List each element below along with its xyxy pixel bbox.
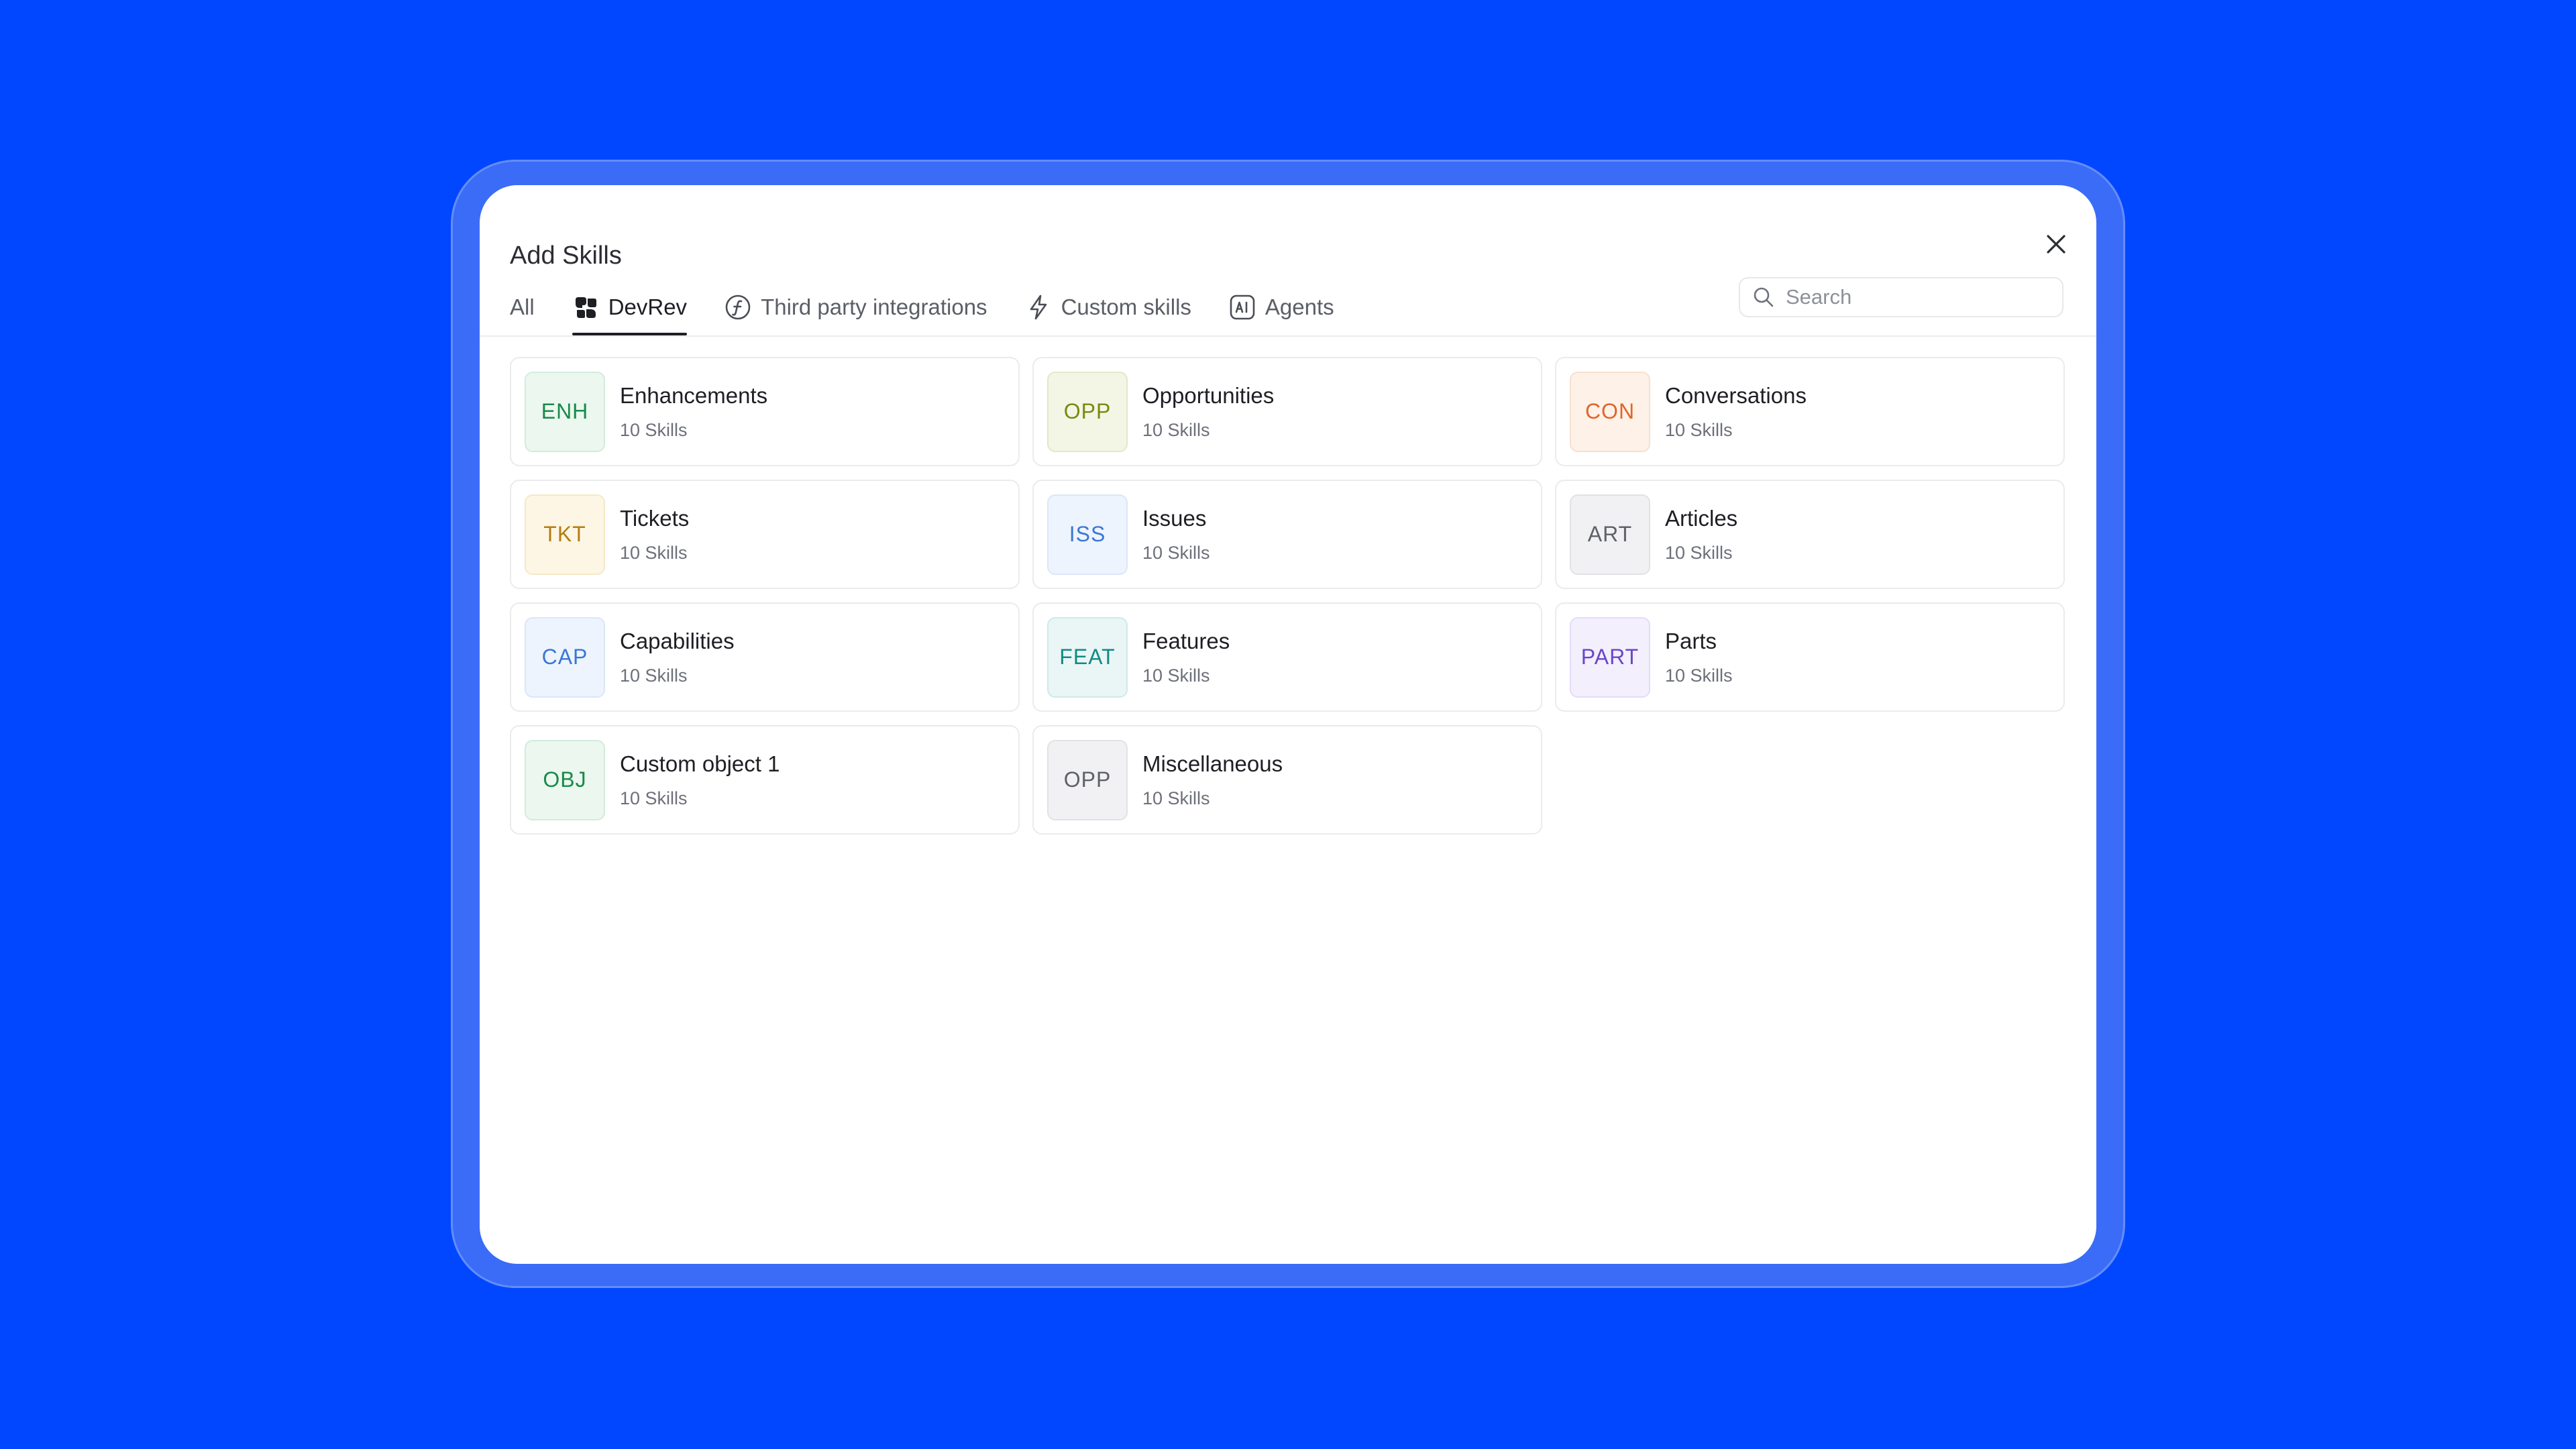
tab-bar: All DevRev Third party integrations Cust… [510,279,1372,335]
skill-badge: ENH [525,371,605,452]
skill-badge: OPP [1047,739,1128,820]
skill-card-text: Issues 10 Skills [1142,507,1210,562]
skill-name: Parts [1665,628,1717,653]
skill-card-text: Conversations 10 Skills [1665,384,1807,439]
skill-badge: PART [1570,616,1650,698]
skill-name: Features [1142,628,1230,653]
ai-box-icon [1229,294,1256,321]
skill-badge: OPP [1047,371,1128,452]
skills-grid: ENH Enhancements 10 Skills OPP Opportuni… [510,357,2065,835]
skill-card-text: Opportunities 10 Skills [1142,384,1274,439]
skill-name: Articles [1665,505,1738,531]
skill-card-tickets[interactable]: TKT Tickets 10 Skills [510,480,1020,589]
skill-count: 10 Skills [1142,788,1210,808]
close-button[interactable] [2031,219,2082,270]
skill-card-issues[interactable]: ISS Issues 10 Skills [1032,480,1542,589]
skill-card-text: Enhancements 10 Skills [620,384,767,439]
search-box[interactable] [1739,277,2063,317]
skill-card-text: Features 10 Skills [1142,630,1230,685]
skill-name: Opportunities [1142,382,1275,408]
search-input[interactable] [1784,284,2055,310]
skill-card-conversations[interactable]: CON Conversations 10 Skills [1555,357,2065,466]
tab-label: DevRev [608,294,688,319]
skill-badge: ISS [1047,494,1128,575]
search-icon [1754,287,1774,307]
skill-card-articles[interactable]: ART Articles 10 Skills [1555,480,2065,589]
devrev-logo-icon [572,294,599,321]
skill-name: Miscellaneous [1142,751,1283,776]
skill-name: Custom object 1 [620,751,780,776]
skill-name: Conversations [1665,382,1807,408]
tab-label: Agents [1265,294,1334,319]
tab-label: Third party integrations [761,294,987,319]
skill-count: 10 Skills [1142,419,1210,440]
skill-count: 10 Skills [620,788,688,808]
skill-name: Tickets [620,505,690,531]
skill-count: 10 Skills [620,665,688,686]
skill-card-text: Capabilities 10 Skills [620,630,735,685]
skill-card-custom-object-1[interactable]: OBJ Custom object 1 10 Skills [510,725,1020,835]
skill-card-text: Tickets 10 Skills [620,507,689,562]
skill-card-miscellaneous[interactable]: OPP Miscellaneous 10 Skills [1032,725,1542,835]
skill-card-text: Custom object 1 10 Skills [620,753,780,808]
add-skills-dialog: Add Skills All DevRev Third party integr… [480,185,2096,1264]
skill-card-text: Parts 10 Skills [1665,630,1733,685]
tabs-divider [480,335,2096,337]
tab-custom-skills[interactable]: Custom skills [1025,279,1191,335]
tab-agents[interactable]: Agents [1229,279,1334,335]
skill-count: 10 Skills [1142,542,1210,563]
skill-name: Enhancements [620,382,768,408]
skill-count: 10 Skills [1665,419,1733,440]
skill-badge: FEAT [1047,616,1128,698]
tab-devrev[interactable]: DevRev [572,279,688,335]
skill-badge: OBJ [525,739,605,820]
skill-name: Issues [1142,505,1207,531]
tab-all[interactable]: All [510,279,535,335]
skill-card-features[interactable]: FEAT Features 10 Skills [1032,602,1542,712]
skill-badge: CON [1570,371,1650,452]
tab-label: Custom skills [1061,294,1191,319]
skill-badge: ART [1570,494,1650,575]
skill-badge: CAP [525,616,605,698]
skill-card-text: Articles 10 Skills [1665,507,1737,562]
lightning-icon [1025,294,1052,321]
skill-card-text: Miscellaneous 10 Skills [1142,753,1283,808]
skill-card-enhancements[interactable]: ENH Enhancements 10 Skills [510,357,1020,466]
skill-name: Capabilities [620,628,735,653]
modal-frame: Add Skills All DevRev Third party integr… [451,160,2125,1288]
skill-count: 10 Skills [620,419,688,440]
skill-card-parts[interactable]: PART Parts 10 Skills [1555,602,2065,712]
skill-badge: TKT [525,494,605,575]
skill-count: 10 Skills [1142,665,1210,686]
skill-count: 10 Skills [1665,665,1733,686]
function-circle-icon [724,294,751,321]
skill-card-capabilities[interactable]: CAP Capabilities 10 Skills [510,602,1020,712]
tab-label: All [510,294,535,319]
skill-count: 10 Skills [1665,542,1733,563]
tab-third-party-integrations[interactable]: Third party integrations [724,279,987,335]
skill-count: 10 Skills [620,542,688,563]
dialog-title: Add Skills [510,241,622,270]
close-icon [2047,235,2065,254]
skill-card-opportunities[interactable]: OPP Opportunities 10 Skills [1032,357,1542,466]
